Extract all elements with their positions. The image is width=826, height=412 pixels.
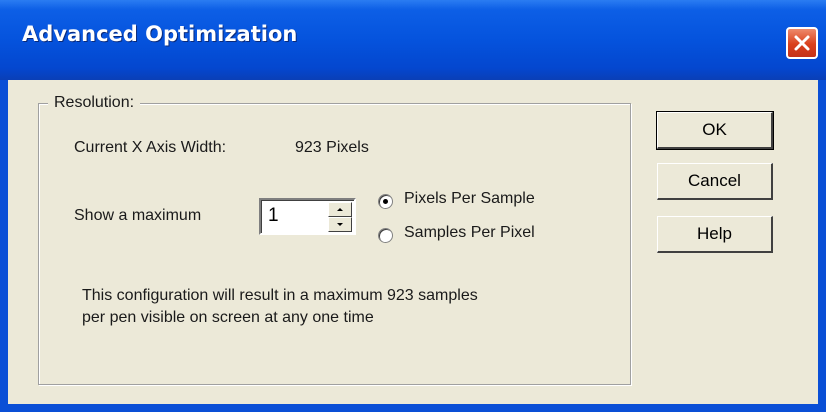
info-line-2: per pen visible on screen at any one tim… (82, 309, 374, 326)
cancel-button[interactable]: Cancel (657, 163, 773, 200)
window-title: Advanced Optimization (22, 22, 298, 46)
close-button[interactable] (786, 27, 818, 59)
radio-samples-per-pixel[interactable] (378, 228, 393, 243)
close-icon (794, 35, 810, 51)
maximum-value[interactable]: 1 (268, 205, 279, 227)
arrow-up-icon (337, 208, 343, 211)
maximum-spinner[interactable]: 1 (259, 198, 356, 235)
radio-selected-dot (383, 199, 388, 204)
axis-width-value: 923 Pixels (295, 139, 369, 156)
dialog-window: Advanced Optimization Resolution: Curren… (0, 0, 826, 412)
resolution-group-label: Resolution: (48, 94, 141, 112)
ok-button[interactable]: OK (656, 111, 774, 150)
axis-width-label: Current X Axis Width: (74, 139, 227, 156)
arrow-down-icon (337, 223, 343, 226)
help-button[interactable]: Help (657, 216, 773, 253)
pixels-per-sample-label[interactable]: Pixels Per Sample (404, 190, 535, 208)
spin-up-button[interactable] (328, 202, 352, 217)
title-bar[interactable]: Advanced Optimization (0, 0, 826, 80)
spin-down-button[interactable] (328, 217, 352, 232)
info-line-1: This configuration will result in a maxi… (82, 287, 478, 304)
samples-per-pixel-label[interactable]: Samples Per Pixel (404, 224, 535, 242)
dialog-body: Resolution: Current X Axis Width: 923 Pi… (8, 80, 818, 404)
radio-pixels-per-sample[interactable] (378, 194, 393, 209)
show-maximum-label: Show a maximum (74, 207, 202, 224)
